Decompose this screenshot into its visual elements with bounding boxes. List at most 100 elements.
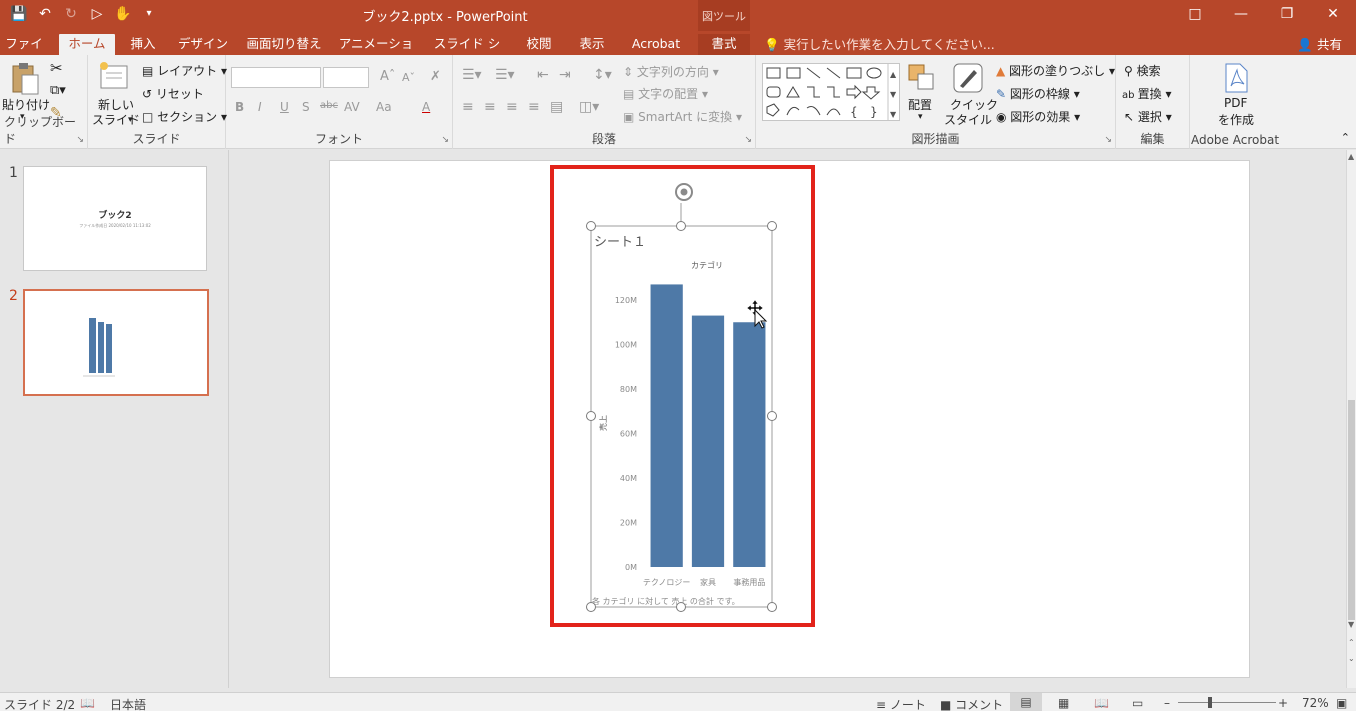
close-icon[interactable]: ✕ [1310,0,1356,31]
create-pdf-label-1[interactable]: PDF [1224,96,1247,110]
clear-format-icon[interactable]: ✗ [430,69,441,84]
minimize-icon[interactable]: — [1218,0,1264,31]
align-center-icon[interactable]: ≡ [484,99,496,115]
increase-indent-icon[interactable]: ⇥ [559,67,571,83]
strikethrough-button[interactable]: abc [320,100,338,111]
font-name-combo[interactable] [231,67,321,88]
tab-transitions[interactable]: 画面切り替え [244,34,324,55]
align-left-icon[interactable]: ≡ [462,99,474,115]
tab-view[interactable]: 表示 [572,34,612,55]
numbering-icon[interactable]: ☰▾ [495,67,515,83]
cut-icon[interactable]: ✂ [50,59,63,77]
shadow-button[interactable]: S [302,100,310,114]
scroll-down-icon[interactable]: ▼ [1348,620,1354,629]
arrange-dropdown-icon[interactable]: ▾ [918,112,923,122]
clipboard-launcher-icon[interactable]: ↘ [76,135,84,145]
zoom-out-icon[interactable]: – [1164,696,1170,710]
find-button[interactable]: ⚲ 検索 [1124,62,1161,79]
new-slide-dropdown-icon[interactable]: ▾ [128,115,133,125]
font-size-combo[interactable] [323,67,369,88]
shapes-gallery[interactable]: {} ▲ ▼ ▼ [762,63,900,121]
create-pdf-label-2[interactable]: を作成 [1218,111,1254,128]
underline-button[interactable]: U [280,100,289,114]
shape-effects-button[interactable]: ◉ 図形の効果 ▾ [996,108,1080,125]
zoom-slider-thumb[interactable] [1208,697,1212,708]
tab-insert[interactable]: 挿入 [124,34,162,55]
arrange-icon[interactable] [906,62,938,94]
distributed-icon[interactable]: ▤ [550,99,563,115]
paragraph-launcher-icon[interactable]: ↘ [744,135,752,145]
paste-label[interactable]: 貼り付け [2,96,50,113]
pdf-icon[interactable] [1222,62,1250,94]
tab-format[interactable]: 書式 [698,34,750,55]
arrange-label[interactable]: 配置 [908,96,932,113]
bullets-icon[interactable]: ☰▾ [462,67,482,83]
text-direction-button[interactable]: ⇕ 文字列の方向 ▾ [623,63,719,80]
zoom-in-icon[interactable]: + [1278,696,1288,710]
line-spacing-icon[interactable]: ↕▾ [593,67,612,83]
slide-sorter-icon[interactable]: ▦ [1058,696,1069,710]
reading-view-icon[interactable]: 📖 [1094,696,1109,710]
paste-icon[interactable] [10,61,40,95]
tab-slideshow[interactable]: スライド ショー [428,34,506,70]
smartart-button[interactable]: ▣ SmartArt に変換 ▾ [623,108,742,125]
align-right-icon[interactable]: ≡ [506,99,518,115]
spellcheck-icon[interactable]: 📖 [80,696,95,710]
zoom-slider-track[interactable] [1178,702,1276,703]
quick-styles-icon[interactable] [952,62,984,94]
select-button[interactable]: ↖ 選択 ▾ [1124,108,1172,125]
collapse-ribbon-icon[interactable]: ⌃ [1341,131,1350,144]
slide-thumbnail-1[interactable]: ブック2 ファイル作成日 2020/02/10 11:13:02 [23,166,207,271]
section-button[interactable]: □ セクション ▾ [142,108,227,125]
decrease-indent-icon[interactable]: ⇤ [537,67,549,83]
shape-outline-button[interactable]: ✎ 図形の枠線 ▾ [996,85,1080,102]
font-color-button[interactable]: A [422,100,430,114]
italic-button[interactable]: I [258,100,262,114]
align-text-button[interactable]: ▤ 文字の配置 ▾ [623,85,708,102]
vertical-scrollbar[interactable]: ▲ ▼ ⌃ ⌄ [1346,150,1356,688]
layout-button[interactable]: ▤ レイアウト ▾ [142,62,227,79]
tab-animations[interactable]: アニメーション [336,34,416,70]
tab-design[interactable]: デザイン [175,34,231,55]
replace-button[interactable]: ab 置換 ▾ [1122,85,1172,102]
acrobat-group-label: Adobe Acrobat [1190,133,1280,147]
svg-text:}: } [870,105,878,119]
slideshow-view-icon[interactable]: ▭ [1132,696,1143,710]
next-slide-icon[interactable]: ⌄ [1348,654,1355,663]
shrink-font-icon[interactable]: Aˇ [402,71,415,84]
scroll-thumb[interactable] [1348,400,1355,620]
columns-icon[interactable]: ◫▾ [579,99,599,115]
tab-file[interactable]: ファイル [2,34,46,70]
select-arrow-icon: ↖ [1124,110,1138,124]
tab-home[interactable]: ホーム [59,34,115,55]
zoom-level[interactable]: 72% [1302,696,1329,710]
prev-slide-icon[interactable]: ⌃ [1348,638,1355,647]
bold-button[interactable]: B [235,100,244,114]
tab-acrobat[interactable]: Acrobat [624,34,688,55]
char-spacing-button[interactable]: AV [344,100,360,114]
scroll-up-icon[interactable]: ▲ [1348,152,1354,161]
ribbon-display-icon[interactable]: □ [1172,0,1218,31]
tell-me-box[interactable]: 💡 実行したい作業を入力してください... [764,34,995,53]
tab-review[interactable]: 校閲 [519,34,559,55]
normal-view-icon[interactable]: ▤ [1010,693,1042,711]
justify-icon[interactable]: ≡ [528,99,540,115]
font-launcher-icon[interactable]: ↘ [441,135,449,145]
svg-text:{: { [850,105,858,119]
slide-thumbnail-2[interactable] [23,289,209,396]
shape-fill-button[interactable]: ▲ 図形の塗りつぶし ▾ [996,62,1115,79]
grow-font-icon[interactable]: Aˆ [380,69,395,84]
quick-styles-label-2[interactable]: スタイル [944,111,992,128]
language-indicator[interactable]: 日本語 [110,696,146,711]
change-case-button[interactable]: Aa [376,100,392,114]
notes-button[interactable]: ≡ ノート [876,696,926,711]
comments-button[interactable]: ■ コメント [940,696,1003,711]
select-label: 選択 [1137,110,1162,124]
reset-button[interactable]: ↺ リセット [142,85,204,102]
copy-icon[interactable]: ⧉▾ [50,83,66,98]
fit-slide-icon[interactable]: ▣ [1336,696,1347,710]
drawing-launcher-icon[interactable]: ↘ [1104,135,1112,145]
share-button[interactable]: 👤 共有 [1297,34,1342,53]
new-slide-icon[interactable] [98,61,130,91]
maximize-icon[interactable]: ❐ [1264,0,1310,31]
